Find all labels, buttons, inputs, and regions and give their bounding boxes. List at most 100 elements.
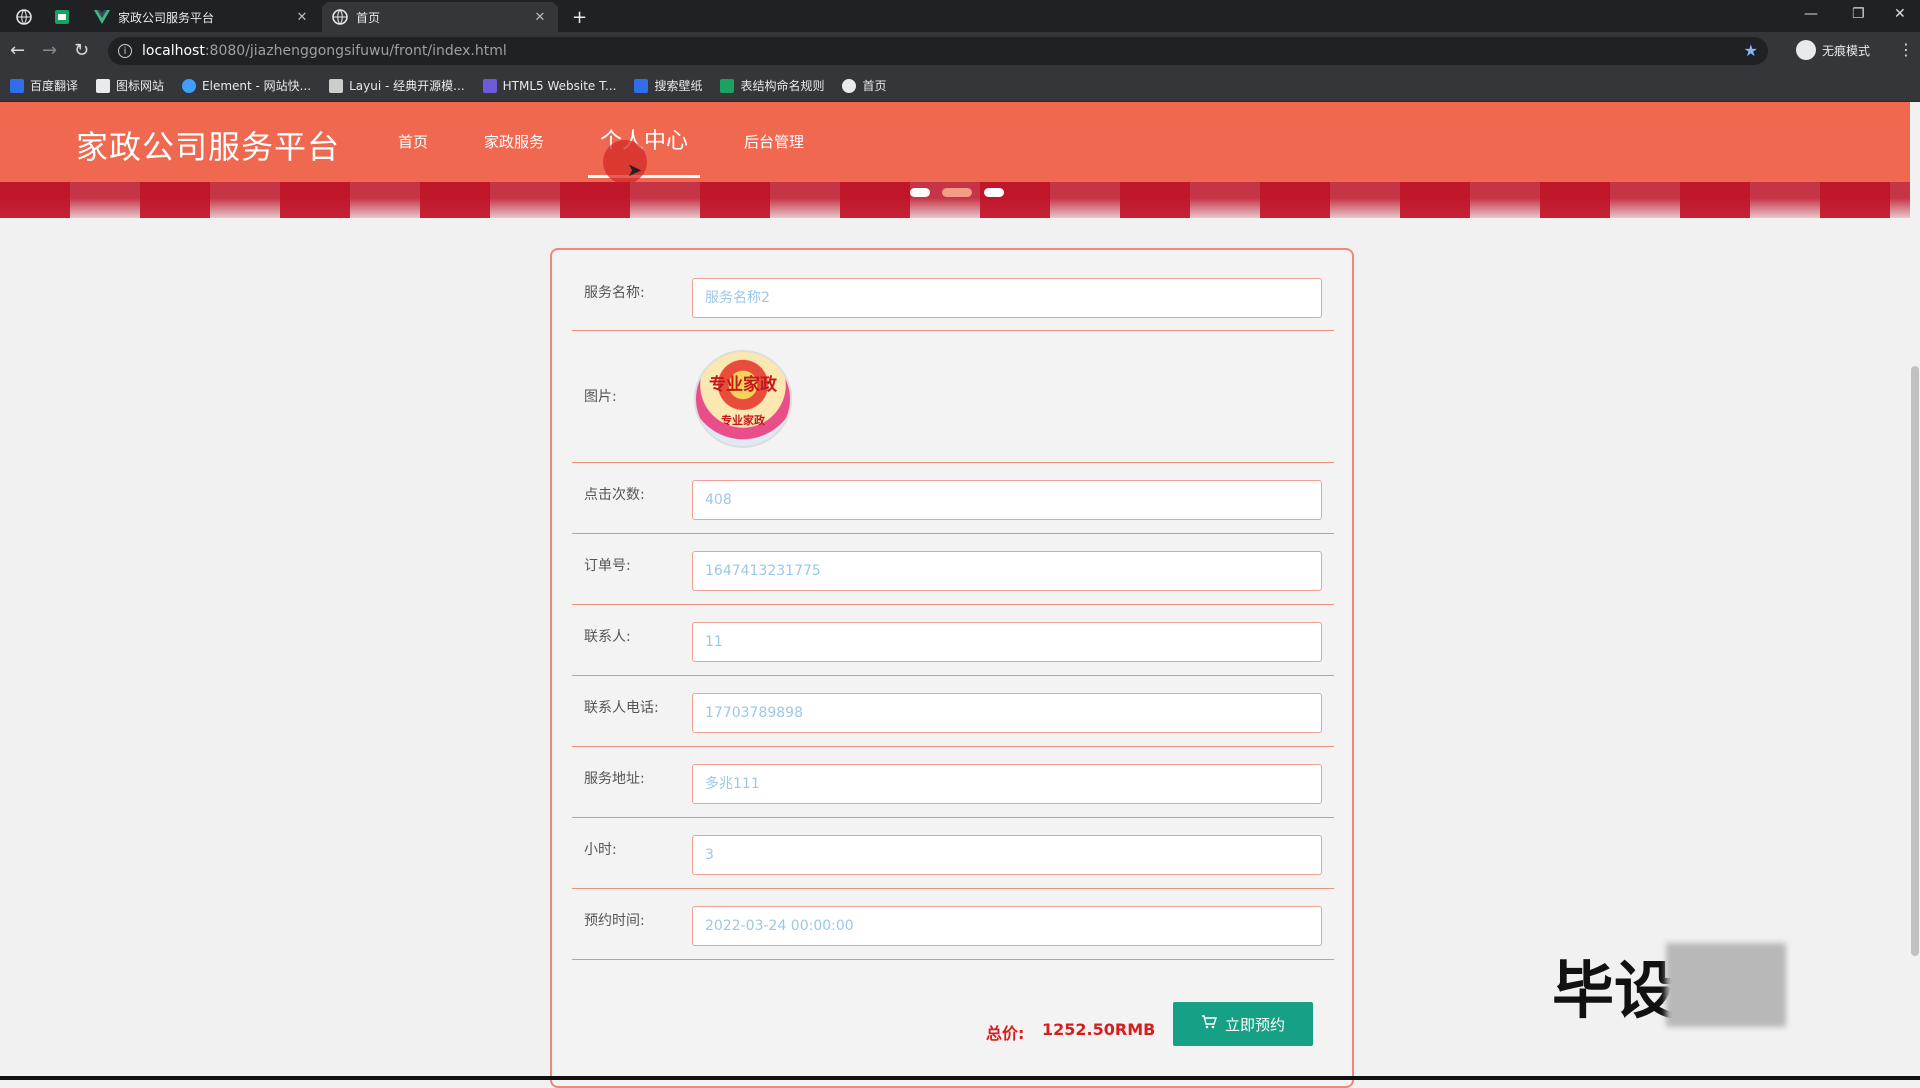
form-row-clicks: 点击次数: 408 [572, 462, 1334, 534]
bookmark-item[interactable]: 百度翻译 [10, 77, 78, 94]
globe-icon [332, 9, 348, 25]
info-icon[interactable]: i [118, 44, 132, 58]
translate-icon [10, 78, 24, 93]
browser-tab-home[interactable]: 首页 ✕ [322, 2, 558, 32]
service-name-input[interactable]: 服务名称2 [692, 278, 1322, 318]
flag-icon [96, 78, 111, 93]
minimize-icon[interactable]: — [1804, 6, 1818, 22]
nav-item-services[interactable]: 家政服务 [466, 102, 562, 182]
form-row-appointment-time: 预约时间: 2022-03-24 00:00:00 [572, 888, 1334, 960]
service-address-input[interactable]: 多兆111 [692, 764, 1322, 804]
forward-arrow-icon[interactable]: → [42, 41, 57, 61]
bookmark-item[interactable]: 搜索壁纸 [634, 77, 702, 94]
element-logo-icon [182, 78, 197, 93]
reload-icon[interactable]: ↻ [74, 41, 89, 61]
carousel-dots [910, 188, 1016, 197]
carousel-dot[interactable] [910, 188, 930, 197]
close-icon[interactable]: ✕ [294, 10, 310, 25]
url-path: :8080/jiazhenggongsifuwu/front/index.htm… [204, 43, 507, 59]
form-row-contact-phone: 联系人电话: 17703789898 [572, 675, 1334, 747]
form-row-address: 服务地址: 多兆111 [572, 746, 1334, 818]
contact-input[interactable]: 11 [692, 622, 1322, 662]
browser-tab-platform[interactable]: 家政公司服务平台 ✕ [84, 2, 320, 32]
form-row-image: 图片: 专业家政 专业家政 [572, 330, 1334, 463]
bookmark-item[interactable]: 首页 [842, 77, 887, 94]
shopping-cart-icon [1201, 1014, 1217, 1034]
screen-bottom-edge [0, 1076, 1920, 1080]
field-label: 图片: [584, 389, 617, 405]
tab-label: 家政公司服务平台 [118, 10, 215, 25]
close-window-icon[interactable]: ✕ [1894, 6, 1906, 22]
field-label: 服务名称: [584, 285, 645, 301]
reserve-button-label: 立即预约 [1224, 1015, 1285, 1034]
page-scrollbar[interactable] [1910, 102, 1920, 1080]
bookmark-item[interactable]: Layui - 经典开源模... [329, 77, 465, 94]
field-label: 服务地址: [584, 771, 645, 787]
main-nav: 首页 家政服务 个人中心 后台管理 [380, 102, 842, 182]
globe-icon [842, 78, 857, 93]
restore-icon[interactable]: ❐ [1852, 6, 1865, 22]
blurred-region [1666, 943, 1787, 1027]
field-label: 订单号: [584, 558, 631, 574]
field-label: 联系人: [584, 629, 631, 645]
tab-label: 首页 [356, 10, 381, 25]
field-label: 联系人电话: [584, 700, 659, 716]
menu-kebab-icon[interactable]: ⋮ [1898, 40, 1914, 59]
incognito-icon [1796, 40, 1816, 60]
browser-address-bar: ← → ↻ i localhost:8080/jiazhenggongsifuw… [0, 32, 1920, 70]
total-price-value: 1252.50RMB [1042, 1020, 1156, 1039]
close-icon[interactable]: ✕ [532, 10, 548, 25]
form-row-order-no: 订单号: 1647413231775 [572, 533, 1334, 605]
image-text: 专业家政 [721, 414, 765, 427]
html5-logo-icon [482, 78, 497, 93]
vue-logo-icon [94, 9, 110, 25]
new-tab-button[interactable]: + [572, 2, 596, 32]
bookmark-item[interactable]: 表结构命名规则 [720, 77, 824, 94]
incognito-profile[interactable]: 无痕模式 [1796, 40, 1870, 60]
contact-phone-input[interactable]: 17703789898 [692, 693, 1322, 733]
appointment-time-input[interactable]: 2022-03-24 00:00:00 [692, 906, 1322, 946]
mouse-cursor-icon: ➤ [627, 160, 643, 181]
site-header: 家政公司服务平台 首页 家政服务 个人中心 后台管理 [0, 102, 1910, 182]
hours-input[interactable]: 3 [692, 835, 1322, 875]
watermark: 毕设 [1552, 940, 1787, 1030]
url-host: localhost [142, 43, 205, 59]
form-row-service-name: 服务名称: 服务名称2 [572, 270, 1334, 331]
bookmarks-bar: 百度翻译 图标网站 Element - 网站快... Layui - 经典开源模… [0, 70, 1920, 102]
form-footer: 总价: 1252.50RMB 立即预约 [572, 1000, 1334, 1060]
browser-tab-pinned-1[interactable] [6, 2, 44, 32]
clicks-input[interactable]: 408 [692, 480, 1322, 520]
carousel-banner [0, 182, 1910, 218]
bookmark-star-icon[interactable]: ★ [1744, 41, 1758, 60]
scroll-thumb[interactable] [1911, 366, 1919, 956]
browser-tab-bar: 家政公司服务平台 ✕ 首页 ✕ + — ❐ ✕ [0, 0, 1920, 32]
carousel-dot-active[interactable] [942, 188, 972, 197]
field-label: 预约时间: [584, 913, 645, 929]
bookmark-item[interactable]: HTML5 Website T... [482, 78, 616, 93]
field-label: 小时: [584, 842, 617, 858]
carousel-dot[interactable] [984, 188, 1004, 197]
service-image: 专业家政 专业家政 [694, 350, 792, 448]
reserve-now-button[interactable]: 立即预约 [1173, 1002, 1313, 1046]
url-field[interactable]: i localhost:8080/jiazhenggongsifuwu/fron… [108, 37, 1768, 65]
plus-icon: + [572, 6, 588, 28]
nav-item-home[interactable]: 首页 [380, 102, 446, 182]
image-text: 专业家政 [709, 375, 777, 395]
field-label: 点击次数: [584, 487, 645, 503]
watermark-text: 毕设 [1552, 954, 1677, 1027]
form-row-hours: 小时: 3 [572, 817, 1334, 889]
bookmark-item[interactable]: 图标网站 [96, 77, 164, 94]
form-row-contact: 联系人: 11 [572, 604, 1334, 676]
wallpaper-icon [634, 78, 649, 93]
nav-item-admin[interactable]: 后台管理 [726, 102, 822, 182]
bookmark-item[interactable]: Element - 网站快... [182, 77, 311, 94]
order-number-input[interactable]: 1647413231775 [692, 551, 1322, 591]
back-arrow-icon[interactable]: ← [10, 41, 25, 61]
site-title: 家政公司服务平台 [76, 128, 341, 166]
total-price-label: 总价: [986, 1024, 1025, 1043]
nav-item-personal-center[interactable]: 个人中心 [582, 102, 706, 182]
layui-logo-icon [329, 78, 344, 93]
sheet-icon [720, 78, 735, 93]
sheet-icon [54, 9, 70, 25]
browser-tab-pinned-2[interactable] [44, 2, 84, 32]
